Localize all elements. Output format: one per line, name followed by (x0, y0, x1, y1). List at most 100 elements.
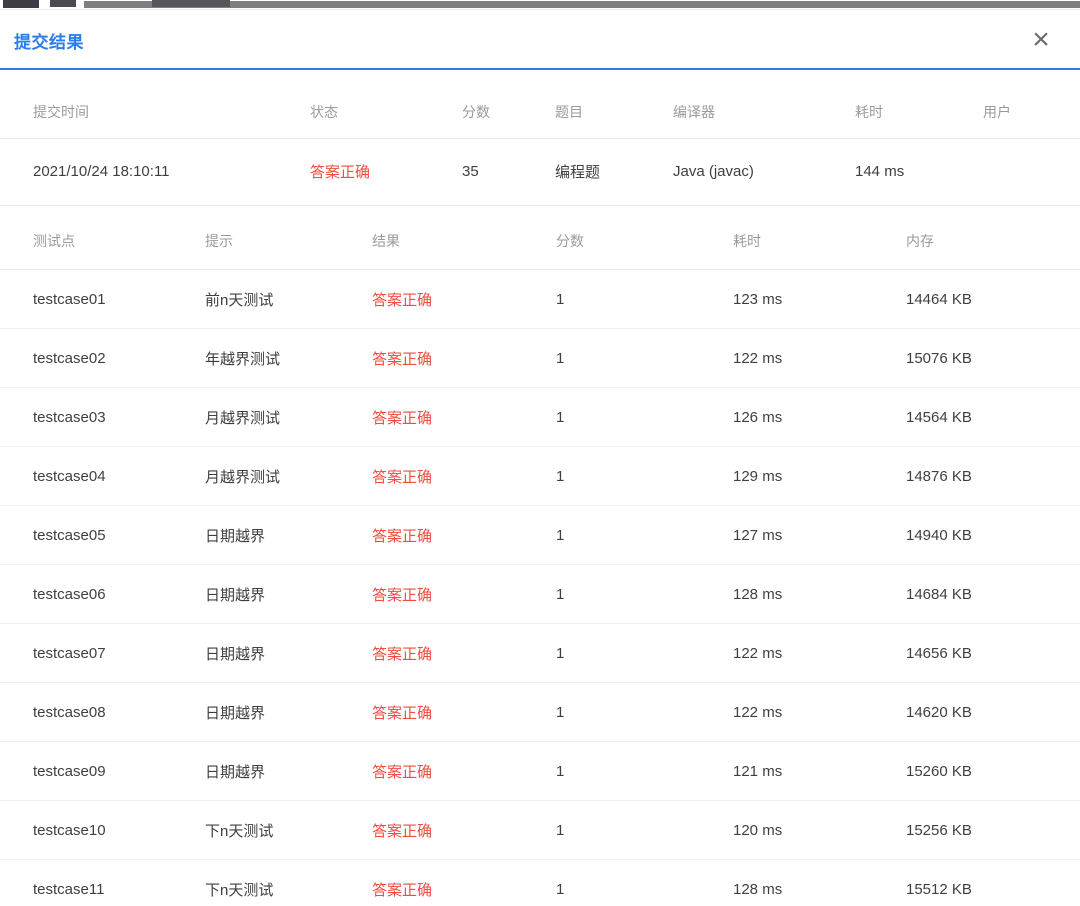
testcase-memory: 15076 KB (906, 349, 972, 367)
testcase-memory: 14684 KB (906, 585, 972, 603)
testcase-time: 128 ms (733, 880, 783, 898)
testcase-memory: 15512 KB (906, 880, 972, 898)
background-text-fragment (3, 0, 39, 8)
testcase-result: 答案正确 (372, 704, 433, 722)
testcase-time: 122 ms (733, 349, 783, 367)
testcase-hint: 前n天测试 (205, 291, 274, 309)
testcase-result: 答案正确 (372, 291, 433, 309)
background-text-fragment (50, 0, 76, 7)
testcase-memory: 14656 KB (906, 644, 972, 662)
submission-result-modal: 提交结果 × 提交时间 状态 分数 题目 编译器 耗时 用户 2021/10/2… (0, 9, 1080, 906)
testcase-hint: 年越界测试 (205, 350, 281, 368)
table-row: testcase08 日期越界 答案正确 1 122 ms 14620 KB (0, 683, 1080, 742)
testcase-result: 答案正确 (372, 527, 433, 545)
testcase-score: 1 (556, 762, 565, 780)
col-header-status: 状态 (310, 103, 338, 120)
testcase-score: 1 (556, 290, 565, 308)
testcase-result: 答案正确 (372, 468, 433, 486)
testcase-score: 1 (556, 585, 565, 603)
testcase-time: 121 ms (733, 762, 783, 780)
testcase-id: testcase01 (33, 290, 106, 308)
testcase-id: testcase11 (33, 880, 105, 898)
testcase-memory: 15260 KB (906, 762, 972, 780)
testcase-hint: 日期越界 (205, 645, 266, 663)
testcase-id: testcase10 (33, 821, 106, 839)
col-header-duration: 耗时 (855, 103, 883, 120)
testcase-score: 1 (556, 703, 565, 721)
testcase-result: 答案正确 (372, 822, 433, 840)
testcase-id: testcase05 (33, 526, 106, 544)
testcase-result: 答案正确 (372, 881, 433, 899)
testcase-result: 答案正确 (372, 763, 433, 781)
testcase-hint: 日期越界 (205, 704, 266, 722)
col-header-compiler: 编译器 (673, 103, 715, 120)
testcase-hint: 日期越界 (205, 527, 266, 545)
summary-user (983, 138, 1080, 205)
table-row: testcase10 下n天测试 答案正确 1 120 ms 15256 KB (0, 801, 1080, 860)
testcase-result: 答案正确 (372, 586, 433, 604)
testcase-time: 120 ms (733, 821, 783, 839)
table-row: testcase11 下n天测试 答案正确 1 128 ms 15512 KB (0, 860, 1080, 906)
background-grey-band (84, 1, 1080, 8)
testcase-header-row: 测试点 提示 结果 分数 耗时 内存 (0, 214, 1080, 270)
testcase-id: testcase09 (33, 762, 106, 780)
testcase-score: 1 (556, 526, 565, 544)
testcase-score: 1 (556, 349, 565, 367)
testcase-id: testcase07 (33, 644, 106, 662)
testcase-score: 1 (556, 467, 565, 485)
col-header-testcase: 测试点 (33, 233, 75, 250)
testcase-result: 答案正确 (372, 350, 433, 368)
summary-row: 2021/10/24 18:10:11 答案正确 35 编程题 Java (ja… (0, 138, 1080, 205)
testcase-time: 127 ms (733, 526, 783, 544)
modal-header: 提交结果 × (0, 10, 1080, 70)
col-header-result: 结果 (372, 233, 400, 250)
testcase-result: 答案正确 (372, 409, 433, 427)
table-row: testcase09 日期越界 答案正确 1 121 ms 15260 KB (0, 742, 1080, 801)
summary-submit-time: 2021/10/24 18:10:11 (33, 163, 170, 180)
testcase-hint: 下n天测试 (205, 822, 274, 840)
summary-compiler: Java (javac) (673, 163, 754, 180)
testcase-score: 1 (556, 821, 565, 839)
testcase-time: 126 ms (733, 408, 783, 426)
background-page-edge (0, 0, 1080, 9)
col-header-problem: 题目 (555, 103, 583, 120)
table-row: testcase05 日期越界 答案正确 1 127 ms 14940 KB (0, 506, 1080, 565)
testcase-hint: 月越界测试 (205, 409, 281, 427)
col-header-hint: 提示 (205, 233, 233, 250)
testcase-memory: 14620 KB (906, 703, 972, 721)
testcase-id: testcase08 (33, 703, 106, 721)
table-row: testcase06 日期越界 答案正确 1 128 ms 14684 KB (0, 565, 1080, 624)
testcase-memory: 14876 KB (906, 467, 972, 485)
testcase-hint: 月越界测试 (205, 468, 281, 486)
modal-body: 提交时间 状态 分数 题目 编译器 耗时 用户 2021/10/24 18:10… (0, 70, 1080, 906)
table-row: testcase01 前n天测试 答案正确 1 123 ms 14464 KB (0, 270, 1080, 329)
col-header-submit-time: 提交时间 (33, 103, 89, 120)
testcase-hint: 下n天测试 (205, 881, 274, 899)
testcase-score: 1 (556, 644, 565, 662)
testcase-time: 129 ms (733, 467, 783, 485)
table-row: testcase07 日期越界 答案正确 1 122 ms 14656 KB (0, 624, 1080, 683)
summary-status: 答案正确 (310, 164, 371, 181)
summary-score: 35 (462, 163, 479, 180)
table-row: testcase04 月越界测试 答案正确 1 129 ms 14876 KB (0, 447, 1080, 506)
submission-summary-table: 提交时间 状态 分数 题目 编译器 耗时 用户 2021/10/24 18:10… (0, 86, 1080, 206)
summary-duration: 144 ms (855, 163, 905, 180)
col-header-user: 用户 (983, 103, 1011, 120)
col-header-memory: 内存 (906, 233, 934, 250)
summary-header-row: 提交时间 状态 分数 题目 编译器 耗时 用户 (0, 86, 1080, 138)
testcase-hint: 日期越界 (205, 763, 266, 781)
modal-title: 提交结果 (14, 33, 84, 52)
testcase-id: testcase02 (33, 349, 106, 367)
table-row: testcase03 月越界测试 答案正确 1 126 ms 14564 KB (0, 388, 1080, 447)
summary-problem: 编程题 (555, 164, 601, 181)
col-header-tc-score: 分数 (556, 233, 584, 250)
testcase-time: 122 ms (733, 644, 783, 662)
close-icon[interactable]: × (1023, 22, 1059, 58)
background-text-fragment (152, 0, 230, 7)
testcase-memory: 14564 KB (906, 408, 972, 426)
testcase-result: 答案正确 (372, 645, 433, 663)
testcase-id: testcase04 (33, 467, 106, 485)
testcase-score: 1 (556, 880, 565, 898)
testcase-memory: 14464 KB (906, 290, 972, 308)
col-header-tc-time: 耗时 (733, 233, 761, 250)
